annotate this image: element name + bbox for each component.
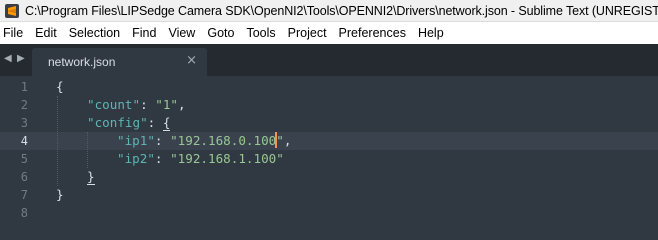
window-title: C:\Program Files\LIPSedge Camera SDK\Ope… bbox=[25, 3, 658, 18]
colon: : bbox=[140, 97, 156, 112]
code-line-4: "ip1": "192.168.0.100", bbox=[117, 132, 291, 150]
indent-guide bbox=[57, 96, 58, 186]
menu-preferences[interactable]: Preferences bbox=[333, 22, 412, 44]
line-number-active: 4 bbox=[20, 134, 28, 148]
json-key: "config" bbox=[87, 115, 148, 130]
line-number: 8 bbox=[20, 206, 28, 220]
menu-goto[interactable]: Goto bbox=[201, 22, 240, 44]
code-line-2: "count": "1", bbox=[87, 96, 186, 114]
colon: : bbox=[154, 151, 171, 166]
editor-area[interactable]: 1 2 3 4 5 6 7 8 { "count": "1", "config"… bbox=[0, 76, 658, 231]
code-line-1: { bbox=[56, 78, 64, 96]
colon: : bbox=[147, 115, 163, 130]
comma: , bbox=[178, 97, 186, 112]
menu-find[interactable]: Find bbox=[126, 22, 162, 44]
menu-bar: File Edit Selection Find View Goto Tools… bbox=[0, 22, 658, 44]
line-number: 7 bbox=[20, 188, 28, 202]
tab-next-icon[interactable]: ▶ bbox=[17, 53, 27, 65]
line-number: 1 bbox=[20, 80, 28, 94]
line-number: 2 bbox=[20, 98, 28, 112]
line-number: 6 bbox=[20, 170, 28, 184]
tab-previous-icon[interactable]: ◀ bbox=[4, 53, 14, 65]
close-brace: } bbox=[56, 187, 64, 202]
json-string: "192.168.1.100" bbox=[170, 151, 284, 166]
json-string: "192.168.0.100 bbox=[170, 133, 277, 148]
tab-bar: ◀ ▶ network.json × bbox=[0, 44, 658, 76]
menu-file[interactable]: File bbox=[0, 22, 29, 44]
sublime-window: C:\Program Files\LIPSedge Camera SDK\Ope… bbox=[0, 0, 658, 231]
tab-navigation: ◀ ▶ bbox=[4, 53, 27, 65]
line-number: 3 bbox=[20, 116, 28, 130]
comma: , bbox=[283, 133, 292, 148]
line-gutter: 1 2 3 4 5 6 7 8 bbox=[0, 76, 44, 231]
indent-guide bbox=[87, 132, 88, 168]
menu-selection[interactable]: Selection bbox=[63, 22, 126, 44]
code-line-6: } bbox=[87, 168, 95, 186]
menu-tools[interactable]: Tools bbox=[240, 22, 281, 44]
json-string-quote: " bbox=[276, 133, 284, 148]
line-number: 5 bbox=[20, 152, 28, 166]
open-brace: { bbox=[56, 79, 64, 94]
close-brace: } bbox=[87, 169, 95, 185]
open-brace: { bbox=[162, 115, 171, 131]
close-icon[interactable]: × bbox=[186, 53, 197, 69]
menu-project[interactable]: Project bbox=[282, 22, 333, 44]
sublime-text-icon bbox=[5, 3, 19, 18]
code-line-7: } bbox=[56, 186, 64, 204]
code-content[interactable]: { "count": "1", "config": { "ip1": "192.… bbox=[56, 76, 656, 231]
json-key: "ip2" bbox=[117, 151, 155, 166]
code-line-5: "ip2": "192.168.1.100" bbox=[117, 150, 284, 168]
code-line-3: "config": { bbox=[87, 114, 171, 132]
menu-view[interactable]: View bbox=[162, 22, 201, 44]
tab-network-json[interactable]: network.json × bbox=[32, 48, 207, 76]
title-bar[interactable]: C:\Program Files\LIPSedge Camera SDK\Ope… bbox=[0, 0, 658, 22]
colon: : bbox=[154, 133, 171, 148]
json-string: "1" bbox=[155, 97, 178, 112]
json-key: "count" bbox=[87, 97, 141, 112]
menu-help[interactable]: Help bbox=[412, 22, 450, 44]
tab-label: network.json bbox=[48, 55, 116, 69]
json-key: "ip1" bbox=[117, 133, 155, 148]
menu-edit[interactable]: Edit bbox=[29, 22, 63, 44]
